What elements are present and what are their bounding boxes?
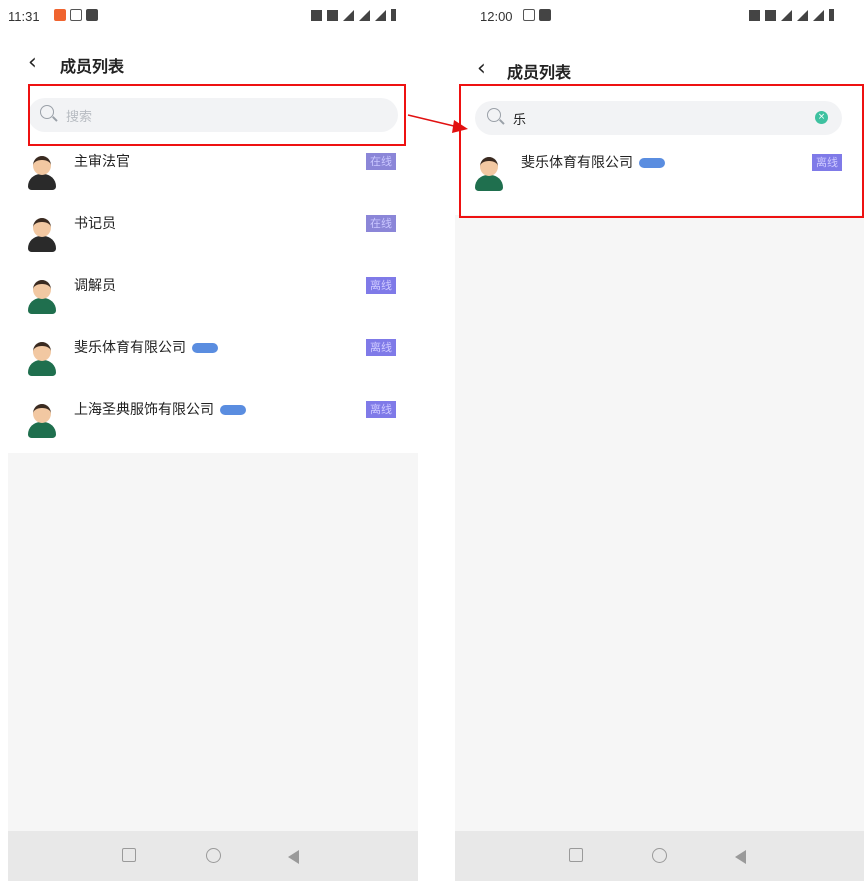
annotation-arrow [407,114,468,133]
